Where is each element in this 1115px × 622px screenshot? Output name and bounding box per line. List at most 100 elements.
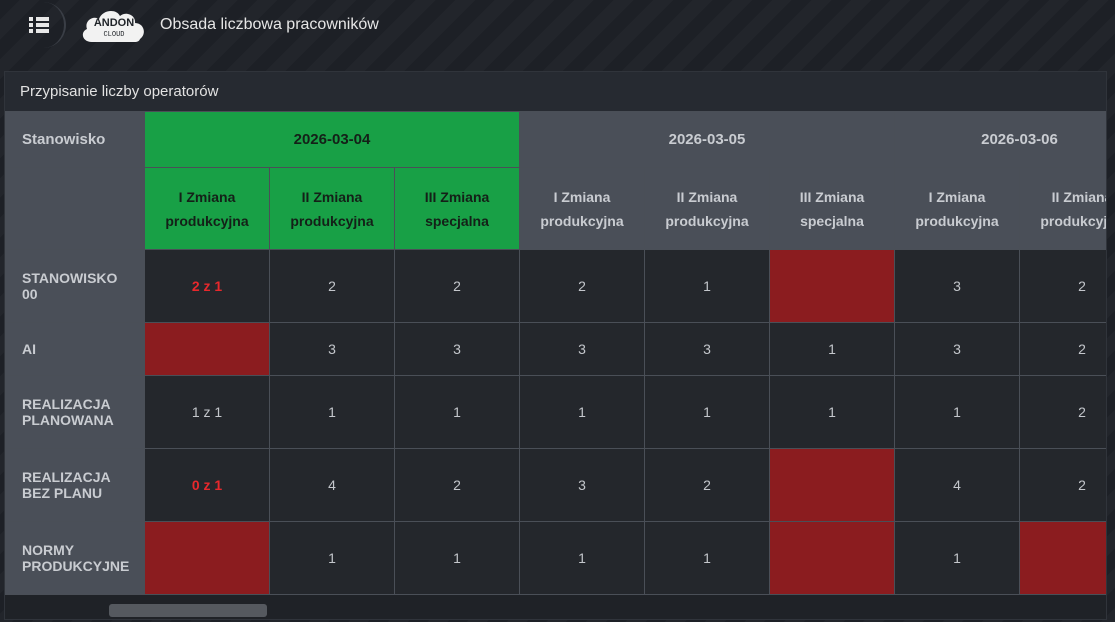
station-name: STANOWISKO	[22, 270, 118, 286]
shift-type: produkcyjna	[915, 212, 999, 229]
station-name-cont: PLANOWANA	[22, 412, 114, 428]
operator-count-cell[interactable]: 2	[394, 249, 520, 323]
shift-header[interactable]: II Zmiana produkcyjna	[1019, 167, 1107, 250]
operator-count-cell[interactable]: 2	[519, 249, 645, 323]
shift-type: specjalna	[425, 212, 489, 229]
shift-type: specjalna	[800, 212, 864, 229]
table-row: AI 3 3 3 3 1 3 2	[5, 322, 1106, 376]
horizontal-scrollbar[interactable]	[5, 595, 1106, 619]
operator-count-cell[interactable]: 1	[644, 375, 770, 449]
shift-header[interactable]: I Zmiana produkcyjna	[144, 167, 270, 250]
operator-count-cell[interactable]: 3	[894, 249, 1020, 323]
operator-count-cell[interactable]: 1 z 1	[144, 375, 270, 449]
operator-count-cell[interactable]: 1	[644, 249, 770, 323]
operator-count-cell[interactable]: 1	[644, 521, 770, 595]
operator-count-cell[interactable]: 0 z 1	[144, 448, 270, 522]
shift-type: produkcyjna	[290, 212, 374, 229]
station-name: AI	[22, 341, 36, 357]
unassigned-cell[interactable]	[1019, 521, 1106, 595]
shift-header[interactable]: I Zmiana produkcyjna	[894, 167, 1020, 250]
shift-type: produkcyjna	[665, 212, 749, 229]
unassigned-cell[interactable]	[769, 521, 895, 595]
station-name-cont: PRODUKCYJNE	[22, 558, 130, 574]
table-row: NORMY PRODUKCYJNE 1 1 1 1 1	[5, 521, 1106, 595]
shift-type: produkcyjna	[1040, 212, 1107, 229]
station-label: NORMY PRODUKCYJNE	[5, 521, 145, 595]
shift-header-row: I Zmiana produkcyjna II Zmiana produkcyjna I…	[5, 167, 1107, 250]
unassigned-cell[interactable]	[144, 322, 270, 376]
operator-count-cell[interactable]: 3	[519, 322, 645, 376]
operator-count-cell[interactable]: 2	[1019, 448, 1106, 522]
shift-name: II Zmiana	[301, 188, 363, 205]
assignment-table: Stanowisko 2026-03-04 2026-03-05 2026-03…	[5, 111, 1107, 595]
panel-title: Przypisanie liczby operatorów	[5, 72, 1106, 111]
operator-count-cell[interactable]: 2	[1019, 249, 1106, 323]
operator-count-cell[interactable]: 2	[644, 448, 770, 522]
date-header[interactable]: 2026-03-06	[894, 111, 1106, 168]
date-header[interactable]: 2026-03-04	[144, 111, 520, 168]
shift-name: III Zmiana	[799, 188, 865, 205]
table-row: REALIZACJA PLANOWANA 1 z 11111112	[5, 375, 1106, 449]
top-bar: ANDON CLOUD Obsada liczbowa pracowników	[0, 0, 1115, 52]
shift-name: II Zmiana	[1051, 188, 1107, 205]
corner-header-empty	[5, 167, 145, 250]
operator-count-cell[interactable]: 1	[519, 521, 645, 595]
unassigned-cell[interactable]	[769, 448, 895, 522]
shift-name: II Zmiana	[676, 188, 738, 205]
shift-header[interactable]: II Zmiana produkcyjna	[644, 167, 770, 250]
logo-text-cloud: CLOUD	[103, 31, 124, 39]
shift-type: produkcyjna	[165, 212, 249, 229]
operator-count-cell[interactable]: 2	[1019, 322, 1106, 376]
operator-count-cell[interactable]: 1	[269, 375, 395, 449]
menu-toggle-button[interactable]	[14, 2, 66, 48]
operator-count-cell[interactable]: 4	[894, 448, 1020, 522]
operator-count-cell[interactable]: 3	[644, 322, 770, 376]
operator-count-cell[interactable]: 3	[519, 448, 645, 522]
table-body: STANOWISKO 00 2 z 1 2 2 2 1 3 2 AI 3 3 3 3 1 3 2 REALIZAC…	[5, 249, 1106, 595]
shift-header[interactable]: II Zmiana produkcyjna	[269, 167, 395, 250]
page-title: Obsada liczbowa pracowników	[160, 16, 379, 33]
station-name: REALIZACJA	[22, 469, 111, 485]
unassigned-cell[interactable]	[144, 521, 270, 595]
operator-count-cell[interactable]: 1	[894, 375, 1020, 449]
operator-count-cell[interactable]: 1	[769, 375, 895, 449]
operator-count-cell[interactable]: 3	[394, 322, 520, 376]
date-header-row: Stanowisko 2026-03-04 2026-03-05 2026-03…	[5, 111, 1106, 168]
operator-count-cell[interactable]: 1	[519, 375, 645, 449]
operator-count-cell[interactable]: 2	[269, 249, 395, 323]
operator-count-cell[interactable]: 2	[1019, 375, 1106, 449]
station-name-cont: 00	[22, 286, 38, 302]
shift-header[interactable]: III Zmiana specjalna	[769, 167, 895, 250]
logo-text-andon: ANDON	[94, 17, 134, 29]
shift-name: I Zmiana	[928, 188, 986, 205]
table-row: STANOWISKO 00 2 z 1222132	[5, 249, 1106, 323]
shift-type: produkcyjna	[540, 212, 624, 229]
station-name-cont: BEZ PLANU	[22, 485, 103, 501]
shift-header[interactable]: I Zmiana produkcyjna	[519, 167, 645, 250]
shift-header[interactable]: III Zmiana specjalna	[394, 167, 520, 250]
operator-count-cell[interactable]: 2 z 1	[144, 249, 270, 323]
station-name: NORMY	[22, 542, 75, 558]
operator-count-cell[interactable]: 1	[269, 521, 395, 595]
operator-count-cell[interactable]: 3	[894, 322, 1020, 376]
corner-header: Stanowisko	[5, 111, 145, 168]
operator-count-cell[interactable]: 1	[394, 375, 520, 449]
operator-count-cell[interactable]: 4	[269, 448, 395, 522]
operators-panel: Przypisanie liczby operatorów Stanowisko…	[4, 71, 1107, 620]
station-name: REALIZACJA	[22, 396, 111, 412]
shift-name: I Zmiana	[553, 188, 611, 205]
operator-count-cell[interactable]: 1	[394, 521, 520, 595]
operator-count-cell[interactable]: 2	[394, 448, 520, 522]
shift-name: I Zmiana	[178, 188, 236, 205]
date-header[interactable]: 2026-03-05	[519, 111, 895, 168]
scrollbar-thumb[interactable]	[109, 604, 267, 617]
operator-count-cell[interactable]: 1	[894, 521, 1020, 595]
station-label: STANOWISKO 00	[5, 249, 145, 323]
station-label: REALIZACJA BEZ PLANU	[5, 448, 145, 522]
table-row: REALIZACJA BEZ PLANU 0 z 1423242	[5, 448, 1106, 522]
operator-count-cell[interactable]: 3	[269, 322, 395, 376]
station-label: AI	[5, 322, 145, 376]
andon-cloud-logo: ANDON CLOUD	[82, 10, 144, 42]
operator-count-cell[interactable]: 1	[769, 322, 895, 376]
unassigned-cell[interactable]	[769, 249, 895, 323]
